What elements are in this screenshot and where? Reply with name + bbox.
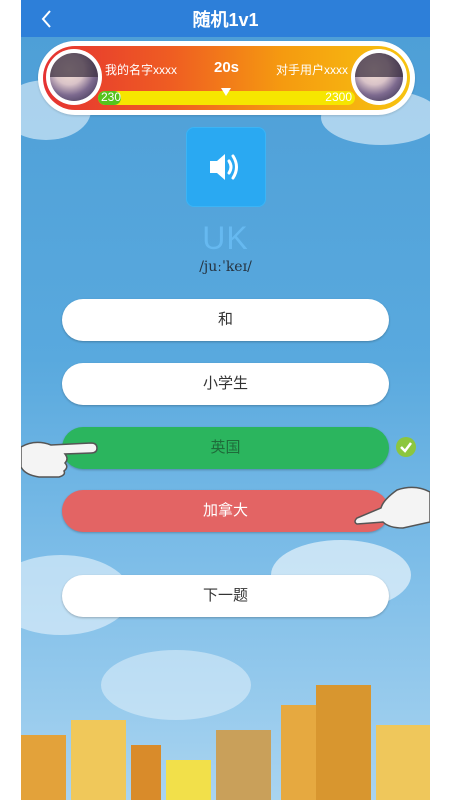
building [376,725,430,800]
option-3-correct[interactable]: 英国 [62,427,389,469]
battle-bar: 我的名字xxxx 20s 对手用户xxxx 230 2300 [38,41,415,115]
my-score: 230 [101,90,122,104]
phonetic: /juːˈkeɪ/ [199,259,252,275]
battle-bar-inner: 我的名字xxxx 20s 对手用户xxxx 230 2300 [43,46,410,110]
option-1[interactable]: 和 [62,299,389,341]
question-word: UK [202,220,249,256]
game-screen: 随机1v1 我的名字xxxx 20s 对手用户xxxx 230 2300 UK … [21,0,430,800]
building [316,685,371,800]
pointing-hand-icon [354,486,430,529]
speaker-icon [210,154,238,180]
building [216,730,271,800]
pointing-hand-icon [21,441,98,478]
building [166,760,211,800]
opponent-avatar [351,49,407,105]
option-4-wrong[interactable]: 加拿大 [62,490,389,532]
option-2[interactable]: 小学生 [62,363,389,405]
header-bar: 随机1v1 [21,0,430,37]
play-audio-button[interactable] [186,127,266,207]
building [131,745,161,800]
next-question-button[interactable]: 下一题 [62,575,389,617]
page-title: 随机1v1 [192,10,259,30]
left-margin [0,0,21,800]
right-margin [430,0,450,800]
cloud [101,650,251,720]
building [21,735,66,800]
check-icon [396,437,416,457]
opponent-score: 2300 [325,90,352,104]
opponent-name: 对手用户xxxx [275,63,348,77]
score-marker-icon [221,88,231,96]
my-avatar [46,49,102,105]
building [71,720,126,800]
